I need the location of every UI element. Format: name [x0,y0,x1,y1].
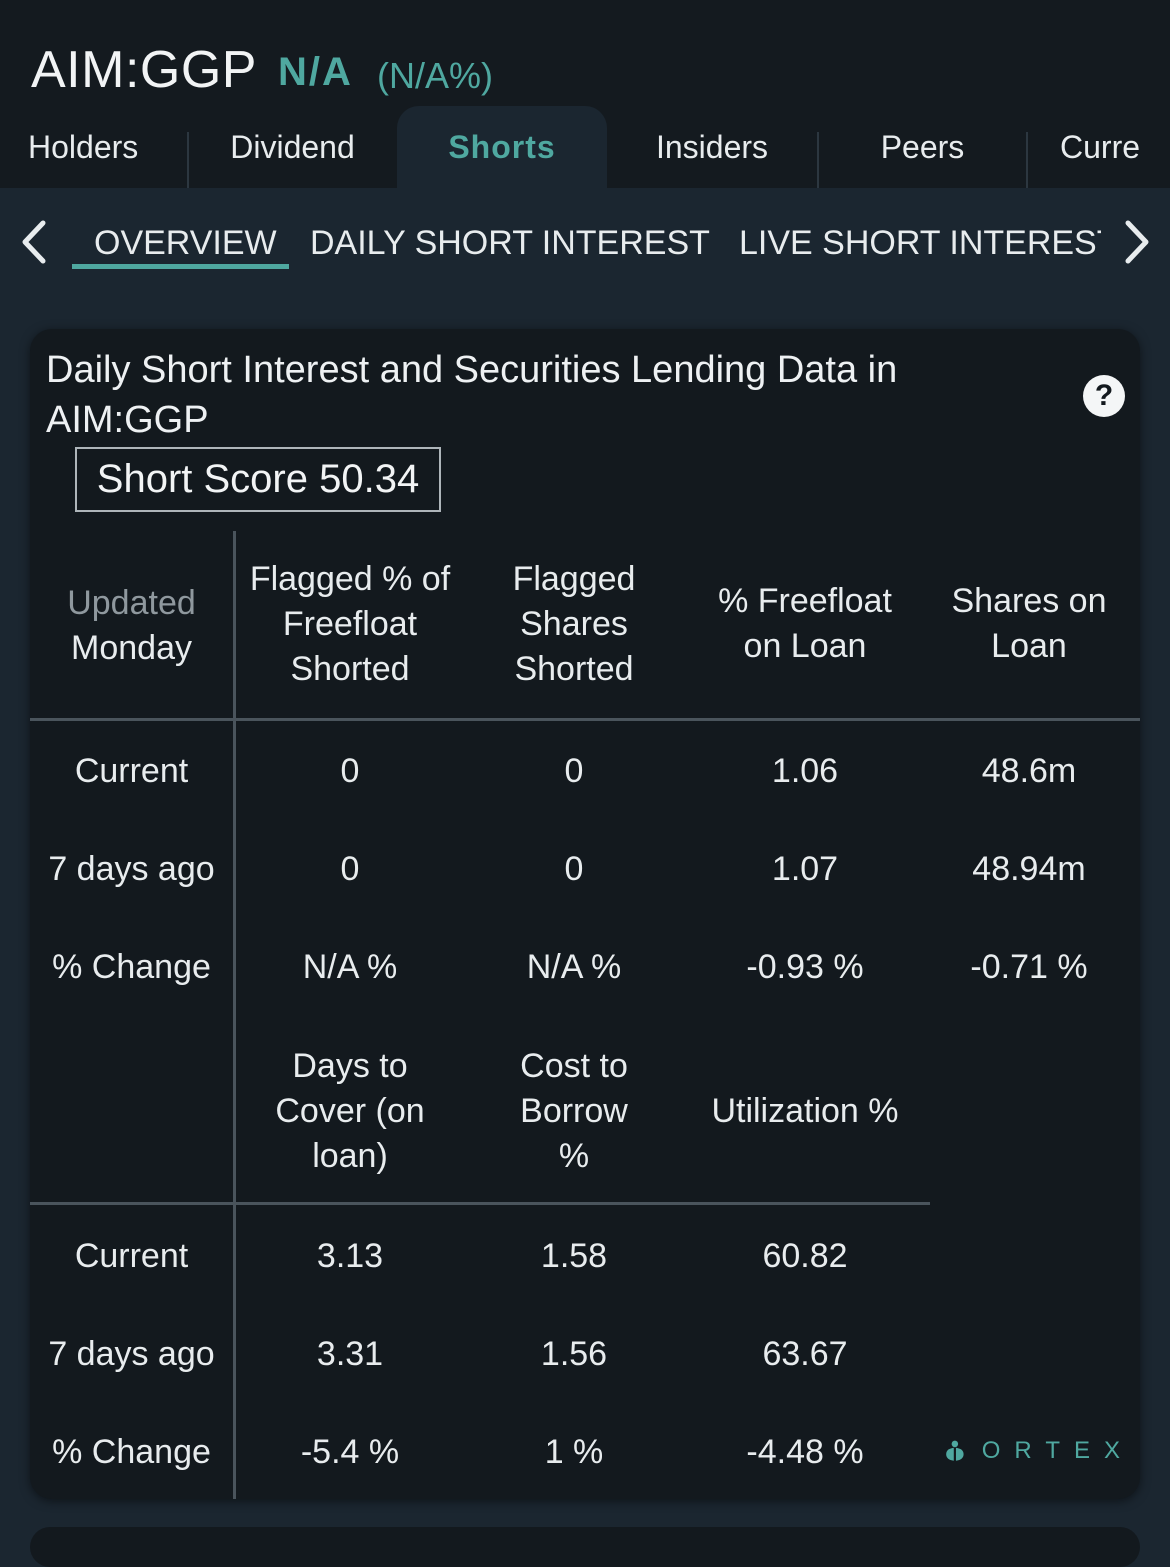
table-cell: 48.6m [981,752,1077,790]
table-cell: -0.93 % [746,948,864,986]
tab-current[interactable]: Curre [1030,106,1170,188]
next-card [30,1527,1140,1567]
chevron-left-icon[interactable] [14,218,54,266]
table-cell: 63.67 [762,1335,848,1373]
price-value: N/A [278,50,353,94]
subtab-overview[interactable]: OVERVIEW [94,220,277,266]
table-cell: 60.82 [762,1237,848,1275]
row-label: Current [74,752,189,790]
column-header: Flagged Shares Shorted [512,559,636,688]
table-cell: 1.07 [771,850,839,888]
tab-divider [1026,132,1028,188]
column-header: % Freefloat on Loan [718,582,892,665]
subtab-live-short-interest[interactable]: LIVE SHORT INTEREST [739,220,1101,266]
table-cell: 0 [340,850,360,888]
tab-divider [187,132,189,188]
ortex-logo-icon [946,1440,964,1461]
ortex-logo-text: ORTEX [981,1437,1134,1464]
table-cell: 3.31 [316,1335,384,1373]
table-cell: 0 [340,752,360,790]
row-label: 7 days ago [48,850,215,888]
short-score-badge: Short Score 50.34 [75,447,441,512]
column-header: Utilization % [711,1091,899,1130]
table-header-divider [30,718,1140,721]
tab-peers[interactable]: Peers [819,106,1026,188]
row-label: Current [74,1237,189,1275]
table-cell: 0 [564,850,584,888]
ortex-logo: ORTEX [944,1430,1134,1472]
table-cell: N/A % [302,948,398,986]
table-cell: 1.56 [540,1335,608,1373]
tab-dividend[interactable]: Dividend [190,106,395,188]
tab-holders[interactable]: Holders [0,106,170,188]
table-cell: 1 % [544,1433,604,1471]
column-header: Shares on Loan [951,582,1107,665]
short-interest-card: Daily Short Interest and Securities Lend… [30,329,1140,1499]
row-label: % Change [52,1433,211,1471]
table-cell: -4.48 % [746,1433,864,1471]
table-cell: 3.13 [316,1237,384,1275]
column-header: Cost to Borrow % [520,1046,628,1175]
card-title: Daily Short Interest and Securities Lend… [46,349,898,441]
price-change: (N/A%) [377,55,493,96]
row-label: 7 days ago [48,1335,215,1373]
updated-day: Monday [71,629,192,667]
tab-shorts[interactable]: Shorts [397,106,607,188]
chevron-right-icon[interactable] [1117,218,1157,266]
row-label: % Change [52,948,211,986]
table-cell: 0 [564,752,584,790]
table-cell: 48.94m [972,850,1086,888]
table-cell: N/A % [526,948,622,986]
column-header: Days to Cover (on loan) [275,1046,425,1175]
ticker-symbol: AIM:GGP [31,41,257,99]
updated-label: Updated [67,584,196,622]
top-header: AIM:GGP N/A (N/A%) Holders Dividend Shor… [0,0,1170,188]
subtab-daily-short-interest[interactable]: DAILY SHORT INTEREST [310,220,710,266]
table-cell: 1.58 [540,1237,608,1275]
column-header: Flagged % of Freefloat Shorted [249,559,451,688]
table-cell: 1.06 [771,752,839,790]
table-header-divider [30,1202,930,1205]
table-cell: -5.4 % [300,1433,400,1471]
active-subtab-indicator [72,264,289,269]
tab-insiders[interactable]: Insiders [607,106,817,188]
help-icon[interactable]: ? [1083,375,1125,417]
table-column-divider [233,531,236,1499]
table-cell: -0.71 % [970,948,1088,986]
